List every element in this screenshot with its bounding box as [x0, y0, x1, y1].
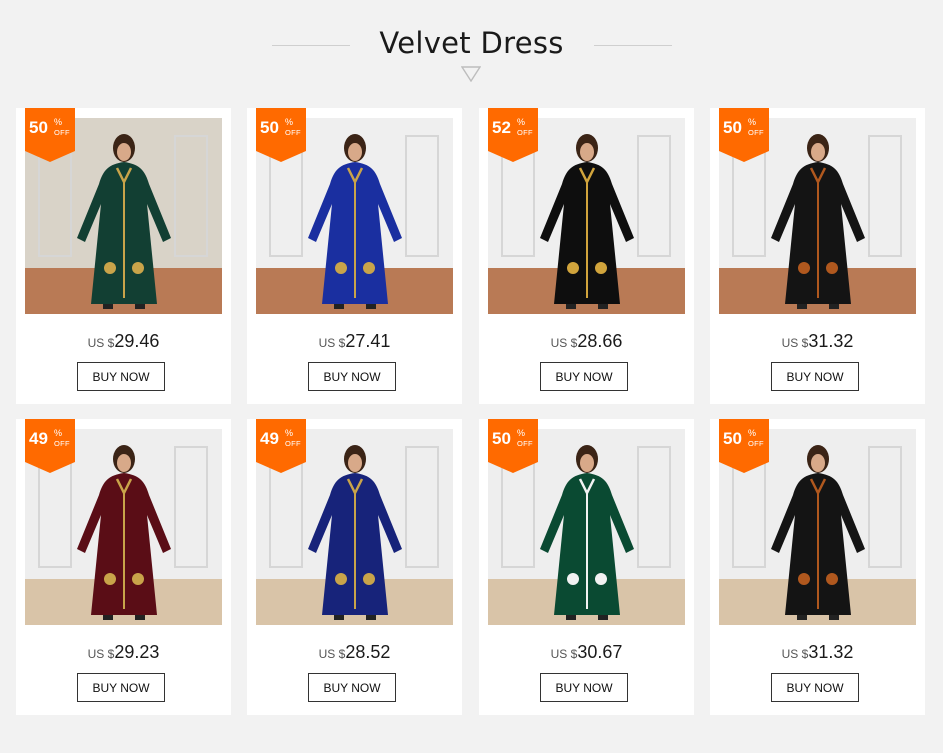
buy-now-button[interactable]: BUY NOW — [771, 673, 859, 702]
discount-badge: 50 % OFF — [488, 419, 538, 473]
price-currency: US $ — [781, 647, 809, 661]
product-price: US $28.52 — [247, 642, 462, 663]
discount-percent-symbol: % — [54, 117, 63, 127]
discount-off-label: OFF — [285, 128, 301, 137]
discount-badge: 49 % OFF — [256, 419, 306, 473]
product-card[interactable]: 50 % OFF US $30.67 BUY NOW — [479, 419, 694, 715]
discount-percent-symbol: % — [285, 117, 294, 127]
product-card[interactable]: 50 % OFF US $31.32 BUY NOW — [710, 108, 925, 404]
price-amount: 29.23 — [114, 642, 160, 662]
price-amount: 28.52 — [345, 642, 391, 662]
section-header: Velvet Dress — [0, 0, 943, 95]
discount-off-label: OFF — [54, 439, 70, 448]
discount-off-label: OFF — [748, 128, 764, 137]
price-currency: US $ — [550, 647, 578, 661]
price-amount: 31.32 — [808, 642, 854, 662]
price-currency: US $ — [318, 647, 346, 661]
discount-value: 49 — [29, 429, 48, 448]
product-price: US $29.46 — [16, 331, 231, 352]
price-amount: 28.66 — [577, 331, 623, 351]
discount-badge: 52 % OFF — [488, 108, 538, 162]
price-currency: US $ — [550, 336, 578, 350]
buy-now-button[interactable]: BUY NOW — [540, 362, 628, 391]
product-price: US $31.32 — [710, 642, 925, 663]
discount-badge: 50 % OFF — [719, 108, 769, 162]
discount-value: 50 — [260, 118, 279, 137]
discount-badge: 50 % OFF — [719, 419, 769, 473]
product-card[interactable]: 50 % OFF US $29.46 BUY NOW — [16, 108, 231, 404]
buy-now-button[interactable]: BUY NOW — [77, 362, 165, 391]
product-card[interactable]: 50 % OFF US $27.41 BUY NOW — [247, 108, 462, 404]
product-price: US $29.23 — [16, 642, 231, 663]
discount-value: 50 — [29, 118, 48, 137]
discount-value: 50 — [492, 429, 511, 448]
price-currency: US $ — [318, 336, 346, 350]
discount-percent-symbol: % — [285, 428, 294, 438]
discount-off-label: OFF — [517, 439, 533, 448]
discount-off-label: OFF — [517, 128, 533, 137]
price-currency: US $ — [781, 336, 809, 350]
discount-badge: 50 % OFF — [25, 108, 75, 162]
discount-value: 50 — [723, 118, 742, 137]
price-currency: US $ — [87, 336, 115, 350]
discount-value: 50 — [723, 429, 742, 448]
buy-now-button[interactable]: BUY NOW — [540, 673, 628, 702]
buy-now-button[interactable]: BUY NOW — [771, 362, 859, 391]
product-price: US $30.67 — [479, 642, 694, 663]
discount-off-label: OFF — [54, 128, 70, 137]
product-price: US $31.32 — [710, 331, 925, 352]
price-currency: US $ — [87, 647, 115, 661]
product-price: US $27.41 — [247, 331, 462, 352]
discount-value: 52 — [492, 118, 511, 137]
price-amount: 30.67 — [577, 642, 623, 662]
product-price: US $28.66 — [479, 331, 694, 352]
buy-now-button[interactable]: BUY NOW — [308, 673, 396, 702]
discount-off-label: OFF — [748, 439, 764, 448]
discount-value: 49 — [260, 429, 279, 448]
product-card[interactable]: 50 % OFF US $31.32 BUY NOW — [710, 419, 925, 715]
price-amount: 29.46 — [114, 331, 160, 351]
discount-off-label: OFF — [285, 439, 301, 448]
price-amount: 31.32 — [808, 331, 854, 351]
section-title: Velvet Dress — [379, 26, 564, 60]
down-triangle-icon — [461, 66, 481, 82]
discount-badge: 50 % OFF — [256, 108, 306, 162]
discount-percent-symbol: % — [748, 117, 757, 127]
discount-percent-symbol: % — [748, 428, 757, 438]
product-card[interactable]: 49 % OFF US $28.52 BUY NOW — [247, 419, 462, 715]
discount-percent-symbol: % — [517, 117, 526, 127]
price-amount: 27.41 — [345, 331, 391, 351]
discount-badge: 49 % OFF — [25, 419, 75, 473]
buy-now-button[interactable]: BUY NOW — [77, 673, 165, 702]
discount-percent-symbol: % — [54, 428, 63, 438]
header-divider-right — [594, 45, 672, 46]
product-card[interactable]: 52 % OFF US $28.66 BUY NOW — [479, 108, 694, 404]
product-card[interactable]: 49 % OFF US $29.23 BUY NOW — [16, 419, 231, 715]
discount-percent-symbol: % — [517, 428, 526, 438]
buy-now-button[interactable]: BUY NOW — [308, 362, 396, 391]
